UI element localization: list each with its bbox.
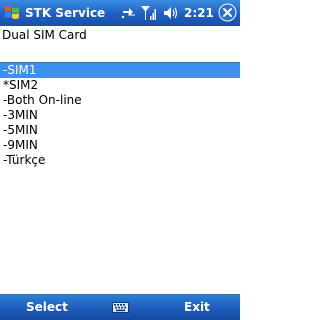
connectivity-icon[interactable] xyxy=(121,4,137,22)
menu-list: -SIM1 *SIM2 -Both On-line -3MIN -5MIN -9… xyxy=(0,62,240,295)
menu-item-sim1[interactable]: -SIM1 xyxy=(0,63,240,78)
select-softkey[interactable]: Select xyxy=(26,299,68,315)
menu-item-sim2[interactable]: *SIM2 xyxy=(0,78,240,93)
menu-item-both-online[interactable]: -Both On-line xyxy=(0,93,240,108)
menu-item-turkce[interactable]: -Türkçe xyxy=(0,153,240,168)
softkey-bar: Select Exit xyxy=(0,295,240,320)
title-bar: STK Service 2:21 xyxy=(0,0,240,26)
exit-softkey[interactable]: Exit xyxy=(184,299,210,315)
menu-item-9min[interactable]: -9MIN xyxy=(0,138,240,153)
start-flag-icon[interactable] xyxy=(3,4,21,22)
volume-icon[interactable] xyxy=(162,4,180,22)
signal-strength-icon[interactable] xyxy=(140,4,156,22)
window-title: STK Service xyxy=(25,6,106,20)
menu-item-5min[interactable]: -5MIN xyxy=(0,123,240,138)
clock: 2:21 xyxy=(184,6,214,20)
menu-item-3min[interactable]: -3MIN xyxy=(0,108,240,123)
close-icon[interactable] xyxy=(218,3,237,22)
keyboard-icon[interactable] xyxy=(112,300,129,315)
prompt-text: Dual SIM Card xyxy=(2,28,87,42)
